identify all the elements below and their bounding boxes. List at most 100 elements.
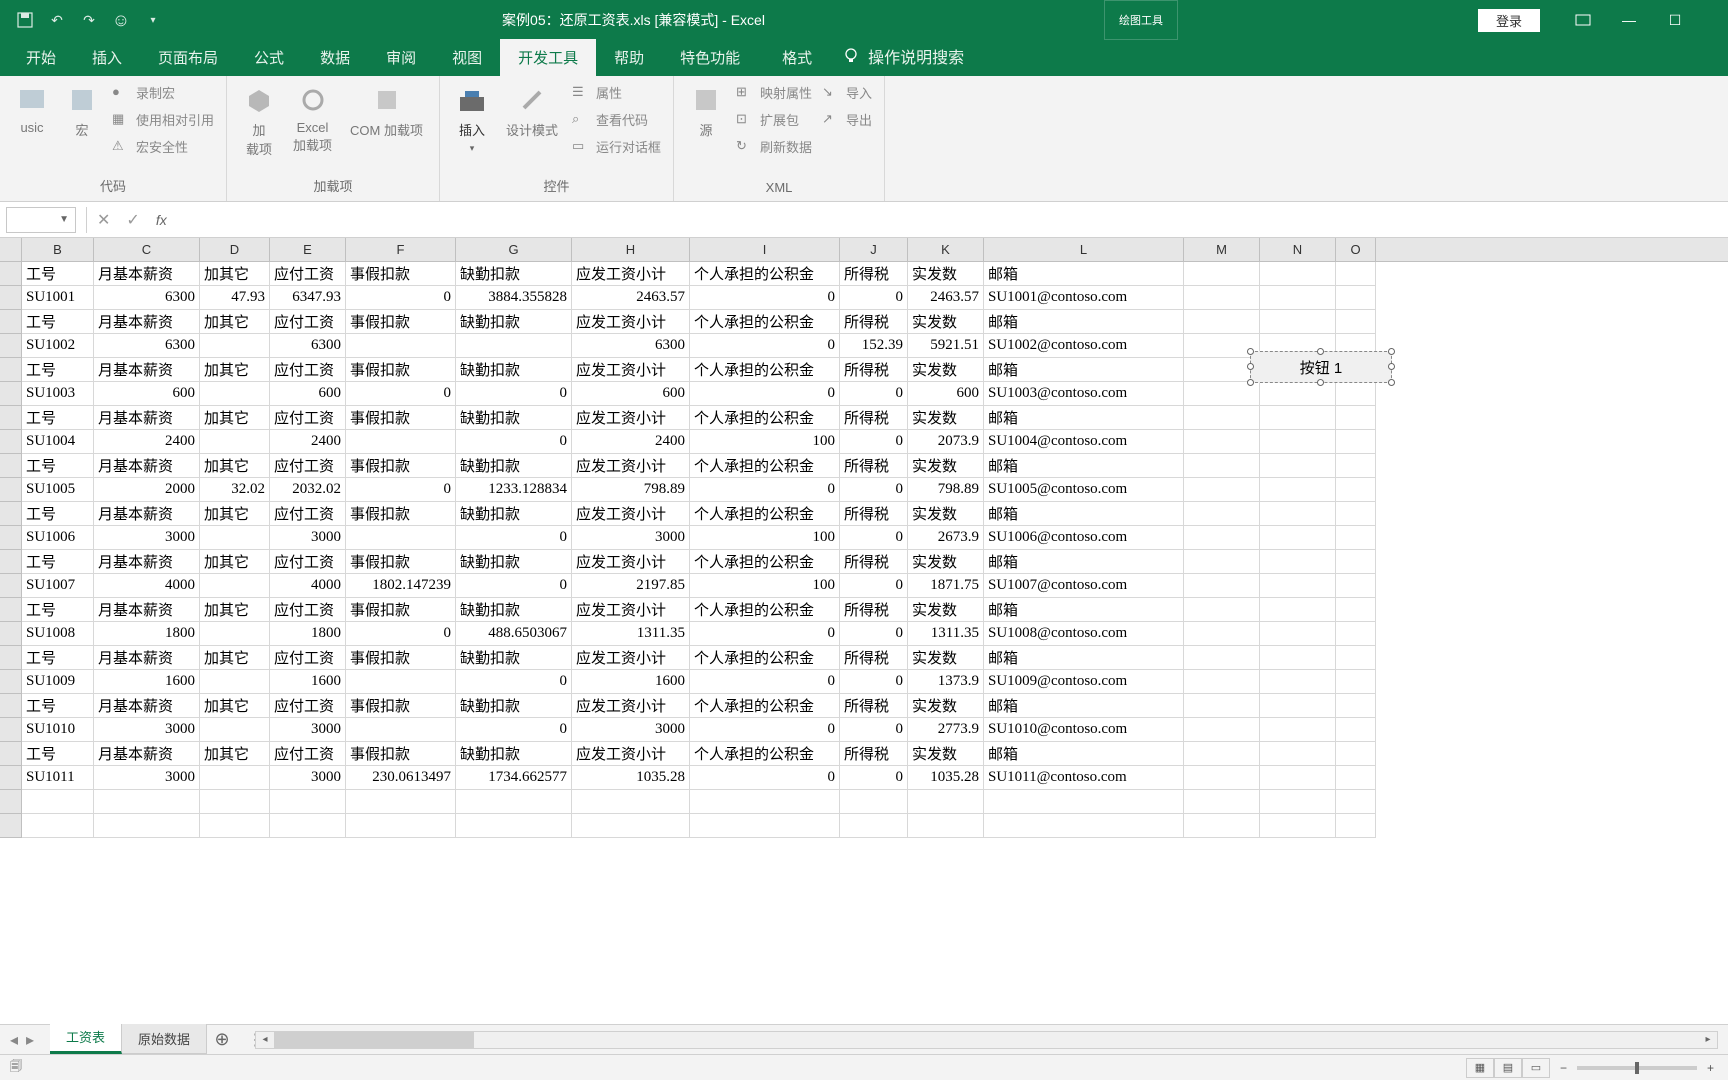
cell[interactable]: 应付工资: [270, 694, 346, 718]
cell[interactable]: 月基本薪资: [94, 454, 200, 478]
cell[interactable]: 应付工资: [270, 406, 346, 430]
cell[interactable]: 月基本薪资: [94, 502, 200, 526]
cell[interactable]: [1336, 598, 1376, 622]
cell[interactable]: 2773.9: [908, 718, 984, 742]
macro-security-button[interactable]: ⚠宏安全性: [110, 136, 216, 157]
cell[interactable]: 100: [690, 574, 840, 598]
cell[interactable]: [346, 430, 456, 454]
cell[interactable]: [572, 790, 690, 814]
cell[interactable]: 1800: [94, 622, 200, 646]
cell[interactable]: [1184, 670, 1260, 694]
cell[interactable]: 100: [690, 526, 840, 550]
cell[interactable]: 0: [456, 670, 572, 694]
cell[interactable]: [1336, 550, 1376, 574]
tab-help[interactable]: 帮助: [596, 39, 662, 76]
cell[interactable]: 缺勤扣款: [456, 694, 572, 718]
row-header[interactable]: [0, 478, 22, 502]
cell[interactable]: [200, 526, 270, 550]
cell[interactable]: 1311.35: [908, 622, 984, 646]
cell[interactable]: 实发数: [908, 454, 984, 478]
cell[interactable]: 应付工资: [270, 598, 346, 622]
cell[interactable]: 0: [690, 382, 840, 406]
cell[interactable]: [1184, 286, 1260, 310]
cell[interactable]: 个人承担的公积金: [690, 742, 840, 766]
row-header[interactable]: [0, 502, 22, 526]
cell[interactable]: 应发工资小计: [572, 742, 690, 766]
cell[interactable]: 0: [840, 382, 908, 406]
cell[interactable]: 600: [270, 382, 346, 406]
cell[interactable]: [1336, 622, 1376, 646]
cell[interactable]: [1184, 814, 1260, 838]
cell[interactable]: [840, 814, 908, 838]
cell[interactable]: 事假扣款: [346, 646, 456, 670]
row-header[interactable]: [0, 262, 22, 286]
cell[interactable]: [1260, 286, 1336, 310]
cell[interactable]: 1600: [94, 670, 200, 694]
column-header-B[interactable]: B: [22, 238, 94, 261]
cell[interactable]: 6300: [270, 334, 346, 358]
zoom-out-icon[interactable]: −: [1560, 1061, 1567, 1075]
cell[interactable]: SU1006: [22, 526, 94, 550]
tab-formula[interactable]: 公式: [236, 39, 302, 76]
cell[interactable]: [1184, 526, 1260, 550]
cell[interactable]: 事假扣款: [346, 454, 456, 478]
cell[interactable]: 2673.9: [908, 526, 984, 550]
cell[interactable]: [1336, 814, 1376, 838]
cell[interactable]: 3000: [270, 718, 346, 742]
cell[interactable]: [1260, 646, 1336, 670]
cell[interactable]: 应发工资小计: [572, 454, 690, 478]
cell[interactable]: 2032.02: [270, 478, 346, 502]
cell[interactable]: [1184, 718, 1260, 742]
cell[interactable]: 缺勤扣款: [456, 262, 572, 286]
smiley-icon[interactable]: ☺: [111, 10, 131, 30]
insert-control-button[interactable]: 插入▾: [450, 80, 494, 158]
cell[interactable]: 工号: [22, 262, 94, 286]
form-button-control[interactable]: 按钮 1: [1250, 351, 1392, 383]
cell[interactable]: 工号: [22, 358, 94, 382]
cell[interactable]: [22, 814, 94, 838]
cell[interactable]: 加其它: [200, 406, 270, 430]
cell[interactable]: 所得税: [840, 550, 908, 574]
cell[interactable]: 加其它: [200, 694, 270, 718]
cell[interactable]: 应发工资小计: [572, 550, 690, 574]
cell[interactable]: 600: [94, 382, 200, 406]
row-header[interactable]: [0, 406, 22, 430]
cell[interactable]: 加其它: [200, 502, 270, 526]
cell[interactable]: 实发数: [908, 598, 984, 622]
cell[interactable]: [1336, 718, 1376, 742]
cell[interactable]: 应付工资: [270, 742, 346, 766]
cell[interactable]: 事假扣款: [346, 310, 456, 334]
cell[interactable]: 邮箱: [984, 742, 1184, 766]
redo-icon[interactable]: ↷: [79, 10, 99, 30]
cell[interactable]: [200, 334, 270, 358]
tab-review[interactable]: 审阅: [368, 39, 434, 76]
cell[interactable]: [1184, 742, 1260, 766]
cell[interactable]: 应付工资: [270, 646, 346, 670]
cell[interactable]: [1336, 454, 1376, 478]
enter-formula-icon[interactable]: ✓: [126, 210, 139, 230]
new-sheet-button[interactable]: ⊕: [207, 1029, 237, 1050]
cell[interactable]: 798.89: [908, 478, 984, 502]
refresh-data-button[interactable]: ↻刷新数据: [734, 136, 814, 157]
cell[interactable]: 应付工资: [270, 454, 346, 478]
cell[interactable]: 应发工资小计: [572, 598, 690, 622]
scrollbar-thumb[interactable]: [274, 1032, 474, 1048]
cell[interactable]: [456, 334, 572, 358]
cell[interactable]: 邮箱: [984, 502, 1184, 526]
excel-addins-button[interactable]: Excel 加载项: [287, 80, 338, 158]
cell[interactable]: [1260, 310, 1336, 334]
cell[interactable]: 32.02: [200, 478, 270, 502]
fx-label[interactable]: fx: [156, 212, 167, 228]
name-box[interactable]: ▼: [6, 207, 76, 233]
cell[interactable]: SU1008@contoso.com: [984, 622, 1184, 646]
row-header[interactable]: [0, 286, 22, 310]
cell[interactable]: 应发工资小计: [572, 406, 690, 430]
cell[interactable]: 缺勤扣款: [456, 502, 572, 526]
cell[interactable]: 应发工资小计: [572, 646, 690, 670]
cell[interactable]: [1184, 406, 1260, 430]
cell[interactable]: 所得税: [840, 454, 908, 478]
cell[interactable]: 邮箱: [984, 598, 1184, 622]
properties-button[interactable]: ☰属性: [570, 82, 663, 103]
column-header-N[interactable]: N: [1260, 238, 1336, 261]
cell[interactable]: 2463.57: [908, 286, 984, 310]
